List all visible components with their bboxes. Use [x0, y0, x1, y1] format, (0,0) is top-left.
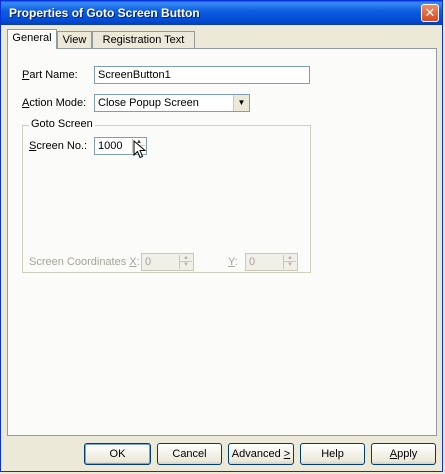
coords-y-key: Y: [228, 256, 235, 268]
coords-y-input[interactable]: 0 ▲ ▼: [245, 253, 298, 271]
screen-no-label-text: reen No.:: [41, 140, 88, 152]
tab-view[interactable]: View: [57, 31, 92, 48]
help-button[interactable]: Help: [300, 443, 365, 465]
goto-screen-group: Goto Screen Screen No.: 1000 ▲ ▼ Screen …: [22, 118, 311, 273]
part-name-input[interactable]: ScreenButton1: [94, 66, 310, 84]
coords-x-key: X: [129, 256, 137, 268]
part-name-value: ScreenButton1: [98, 69, 171, 81]
tab-general[interactable]: General: [7, 29, 57, 49]
apply-button[interactable]: Apply: [371, 443, 436, 465]
coords-y-spinner[interactable]: ▲ ▼: [283, 255, 296, 269]
mouse-pointer-icon: [133, 140, 147, 159]
action-mode-select[interactable]: Close Popup Screen ▼: [94, 94, 250, 112]
part-name-label: Part Name:: [22, 69, 78, 81]
apply-button-accel: A: [389, 448, 398, 460]
screen-no-label: Screen No.:: [29, 140, 87, 152]
advanced-button-accel: >: [283, 448, 291, 460]
close-icon[interactable]: ✕: [421, 4, 439, 22]
tab-registration-text-label: Registration Text: [102, 34, 185, 46]
part-name-label-text: art Name:: [29, 69, 78, 81]
goto-screen-group-title: Goto Screen: [29, 118, 95, 130]
coords-y-label: Y:: [228, 256, 238, 268]
coords-x-spinner[interactable]: ▲ ▼: [179, 255, 192, 269]
spin-down-icon[interactable]: ▼: [180, 262, 192, 269]
advanced-button[interactable]: Advanced >: [228, 443, 294, 465]
spin-up-icon[interactable]: ▲: [284, 255, 296, 262]
tab-general-label: General: [12, 32, 52, 44]
coords-x-value: 0: [145, 256, 152, 268]
screen-coordinates-text: Screen Coordinates: [29, 256, 127, 268]
title-bar[interactable]: Properties of Goto Screen Button ✕: [1, 1, 442, 25]
action-mode-label-text: ction Mode:: [29, 97, 87, 109]
ok-button[interactable]: OK: [84, 443, 151, 465]
cancel-button[interactable]: Cancel: [157, 443, 222, 465]
coords-y-value: 0: [249, 256, 256, 268]
tab-registration-text[interactable]: Registration Text: [92, 31, 195, 48]
chevron-down-icon[interactable]: ▼: [233, 95, 249, 111]
general-tab-panel: Part Name: ScreenButton1 Action Mode: Cl…: [7, 48, 437, 436]
dialog-button-row: OK Cancel Advanced > Help Apply: [1, 441, 442, 467]
apply-button-label: pply: [397, 448, 418, 460]
spin-down-icon[interactable]: ▼: [284, 262, 296, 269]
screen-no-value: 1000: [98, 140, 123, 152]
properties-dialog: Properties of Goto Screen Button ✕ Gener…: [0, 0, 443, 472]
spin-up-icon[interactable]: ▲: [180, 255, 192, 262]
coords-x-input[interactable]: 0 ▲ ▼: [141, 253, 194, 271]
screen-coordinates-label: Screen Coordinates X:: [29, 256, 140, 268]
tab-view-label: View: [62, 34, 87, 46]
action-mode-value: Close Popup Screen: [98, 97, 199, 109]
window-title: Properties of Goto Screen Button: [9, 6, 200, 20]
action-mode-label: Action Mode:: [22, 97, 86, 109]
advanced-button-label: Advanced: [231, 448, 284, 460]
